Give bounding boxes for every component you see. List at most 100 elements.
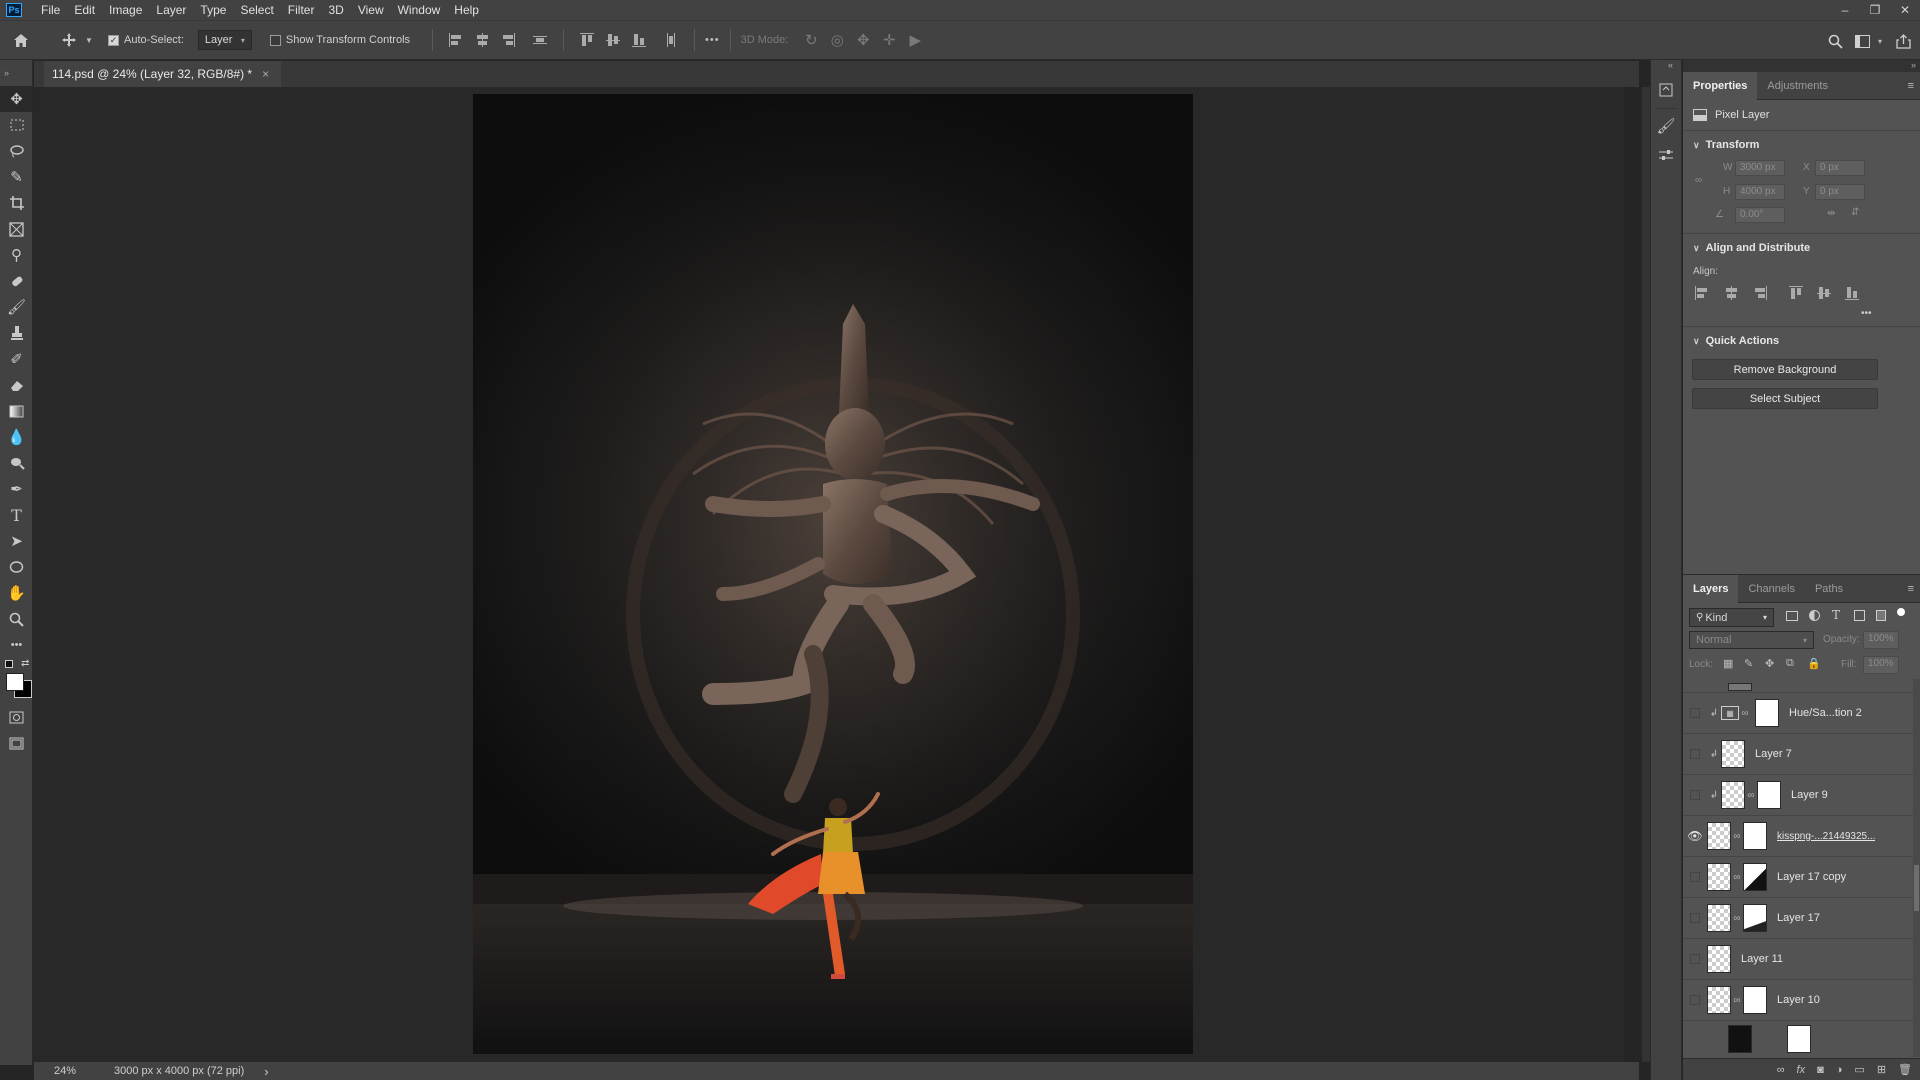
layer-row[interactable]: ↲ Layer 7 xyxy=(1683,734,1913,775)
canvas-area[interactable] xyxy=(34,87,1624,1062)
lock-artboard-icon[interactable]: ⧉ xyxy=(1786,657,1794,670)
history-brush-tool-icon[interactable]: ✐ xyxy=(0,346,33,372)
pan-3d-icon[interactable]: ✥ xyxy=(850,31,876,49)
chevron-down-icon[interactable]: ▼ xyxy=(84,36,94,45)
align-vertical-centers-icon[interactable] xyxy=(604,31,622,49)
tab-adjustments[interactable]: Adjustments xyxy=(1757,72,1838,100)
menu-file[interactable]: File xyxy=(34,0,67,20)
blur-tool-icon[interactable]: 💧 xyxy=(0,424,33,450)
menu-select[interactable]: Select xyxy=(233,0,280,20)
menu-type[interactable]: Type xyxy=(193,0,233,20)
layers-scrollbar-thumb[interactable] xyxy=(1914,865,1919,911)
visibility-toggle[interactable] xyxy=(1683,734,1707,775)
hand-tool-icon[interactable]: ✋ xyxy=(0,580,33,606)
filter-shape-icon[interactable] xyxy=(1854,610,1865,621)
zoom-level[interactable]: 24% xyxy=(54,1065,104,1077)
search-icon[interactable] xyxy=(1820,34,1850,49)
layer-row[interactable]: ↲ ▦ ∞ Hue/Sa...tion 2 xyxy=(1683,693,1913,734)
quick-actions-section-header[interactable]: ∨ Quick Actions xyxy=(1683,331,1920,351)
align-left-edges-icon[interactable] xyxy=(447,31,465,49)
visibility-toggle[interactable] xyxy=(1683,939,1707,980)
delete-layer-icon[interactable]: 🗑 xyxy=(1898,1063,1912,1076)
swap-colors-icon[interactable]: ⇄ xyxy=(21,658,29,669)
restore-icon[interactable]: ❐ xyxy=(1860,0,1890,20)
layer-row-partial[interactable] xyxy=(1683,1021,1913,1057)
close-window-icon[interactable]: ✕ xyxy=(1890,0,1920,20)
blend-mode-dropdown[interactable]: Normal ▾ xyxy=(1689,631,1814,649)
layer-row[interactable]: ∞ Layer 10 xyxy=(1683,980,1913,1021)
visibility-toggle[interactable] xyxy=(1683,775,1707,816)
menu-help[interactable]: Help xyxy=(447,0,486,20)
panel-menu-icon[interactable]: ≡ xyxy=(1908,80,1914,92)
align-horizontal-centers-icon[interactable] xyxy=(473,31,491,49)
layer-filter-dropdown[interactable]: ⚲ Kind ▾ xyxy=(1689,608,1774,627)
remove-background-button[interactable]: Remove Background xyxy=(1692,359,1878,380)
move-tool-icon[interactable] xyxy=(54,32,84,48)
height-field[interactable]: 4000 px xyxy=(1735,184,1785,200)
document-canvas[interactable] xyxy=(473,94,1193,1054)
visibility-toggle[interactable]: 👁 xyxy=(1683,816,1707,857)
quick-mask-icon[interactable] xyxy=(0,704,33,730)
crop-tool-icon[interactable] xyxy=(0,190,33,216)
filter-toggle-icon[interactable] xyxy=(1897,608,1905,616)
layer-row[interactable]: ∞ Layer 17 xyxy=(1683,898,1913,939)
menu-edit[interactable]: Edit xyxy=(67,0,102,20)
align-bottom-edges-icon[interactable] xyxy=(630,31,648,49)
frame-tool-icon[interactable] xyxy=(0,216,33,242)
tab-layers[interactable]: Layers xyxy=(1683,574,1739,603)
marquee-tool-icon[interactable] xyxy=(0,112,33,138)
share-icon[interactable] xyxy=(1886,33,1920,49)
visibility-toggle[interactable] xyxy=(1683,693,1707,734)
healing-brush-tool-icon[interactable] xyxy=(0,268,33,294)
brush-settings-icon[interactable]: 🖌 xyxy=(1651,111,1681,141)
align-top-icon[interactable] xyxy=(1787,284,1805,302)
link-layers-icon[interactable]: ∞ xyxy=(1777,1064,1785,1076)
layers-scrollbar[interactable] xyxy=(1913,679,1920,1057)
gradient-tool-icon[interactable] xyxy=(0,398,33,424)
align-section-header[interactable]: ∨ Align and Distribute xyxy=(1683,238,1920,258)
filter-smart-object-icon[interactable] xyxy=(1876,610,1886,621)
slide-3d-icon[interactable]: ✛ xyxy=(876,31,902,49)
opacity-field[interactable]: 100% xyxy=(1863,631,1899,649)
home-icon[interactable] xyxy=(0,33,42,48)
eraser-tool-icon[interactable] xyxy=(0,372,33,398)
width-field[interactable]: 3000 px xyxy=(1735,160,1785,176)
filter-pixel-icon[interactable] xyxy=(1786,611,1798,621)
status-menu-arrow-icon[interactable]: › xyxy=(264,1064,268,1079)
layer-row[interactable]: ∞ Layer 17 copy xyxy=(1683,857,1913,898)
lasso-tool-icon[interactable] xyxy=(0,138,33,164)
flip-vertical-icon[interactable]: ⇵ xyxy=(1851,207,1859,218)
add-mask-icon[interactable]: ◙ xyxy=(1817,1064,1824,1076)
visibility-toggle[interactable] xyxy=(1683,857,1707,898)
menu-3d[interactable]: 3D xyxy=(321,0,350,20)
menu-filter[interactable]: Filter xyxy=(281,0,322,20)
visibility-toggle[interactable] xyxy=(1683,980,1707,1021)
screen-mode-icon[interactable] xyxy=(0,730,33,756)
filter-adjustment-icon[interactable] xyxy=(1809,610,1820,621)
new-adjustment-layer-icon[interactable]: ◑ xyxy=(1836,1064,1843,1076)
menu-image[interactable]: Image xyxy=(102,0,149,20)
document-tab[interactable]: 114.psd @ 24% (Layer 32, RGB/8#) * × xyxy=(44,61,282,87)
orbit-3d-icon[interactable]: ↻ xyxy=(798,31,824,49)
lock-transparent-icon[interactable]: ▦ xyxy=(1723,657,1733,670)
more-options-icon[interactable]: ••• xyxy=(705,34,720,46)
path-selection-tool-icon[interactable]: ➤ xyxy=(0,528,33,554)
tab-paths[interactable]: Paths xyxy=(1805,575,1853,603)
clone-stamp-tool-icon[interactable] xyxy=(0,320,33,346)
menu-view[interactable]: View xyxy=(351,0,391,20)
flip-horizontal-icon[interactable]: ⇹ xyxy=(1827,208,1835,219)
fill-field[interactable]: 100% xyxy=(1863,656,1899,674)
expand-panels-icon[interactable]: » xyxy=(1911,60,1916,70)
collapse-toolbar-icon[interactable]: » xyxy=(0,60,32,86)
type-tool-icon[interactable]: T xyxy=(0,502,33,528)
dodge-tool-icon[interactable] xyxy=(0,450,33,476)
minimize-icon[interactable]: – xyxy=(1830,0,1860,20)
filter-type-icon[interactable]: T xyxy=(1832,608,1840,622)
chevron-down-icon[interactable]: ▾ xyxy=(1874,37,1886,46)
auto-select-target-dropdown[interactable]: Layer ▾ xyxy=(197,30,252,50)
layer-row[interactable]: Layer 11 xyxy=(1683,939,1913,980)
close-tab-icon[interactable]: × xyxy=(262,67,269,81)
new-group-icon[interactable]: ▭ xyxy=(1854,1063,1864,1076)
y-field[interactable]: 0 px xyxy=(1815,184,1865,200)
align-top-edges-icon[interactable] xyxy=(578,31,596,49)
